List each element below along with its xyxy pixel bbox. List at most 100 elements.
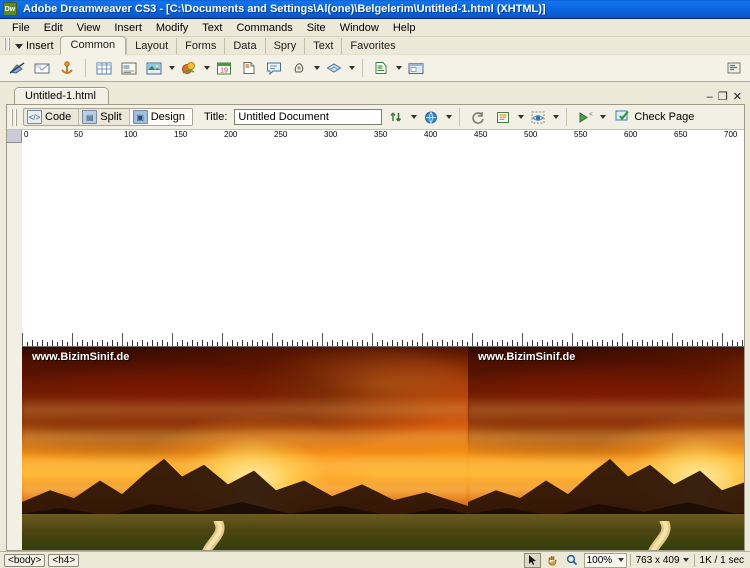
menu-view[interactable]: View [70, 21, 108, 35]
svg-text:19: 19 [220, 68, 228, 75]
document-title-input[interactable] [234, 109, 383, 125]
ruler-tick [47, 341, 48, 346]
ruler-tick [552, 339, 553, 346]
ruler-tick [502, 339, 503, 346]
menu-commands[interactable]: Commands [229, 21, 299, 35]
ruler-and-canvas: 0 50 100 150 200 250 300 350 400 0 50 100 150 200 250… [7, 130, 744, 550]
chevron-down-icon[interactable] [169, 66, 175, 70]
insert-bar-panel-label[interactable]: Insert [13, 39, 60, 54]
ruler-tick [722, 332, 723, 346]
hand-tool-icon[interactable] [544, 553, 561, 568]
tab-forms[interactable]: Forms [176, 38, 224, 54]
chevron-down-icon[interactable] [446, 115, 453, 119]
ruler-corner[interactable] [7, 130, 22, 143]
tab-data[interactable]: Data [224, 38, 264, 54]
chevron-down-icon[interactable] [204, 66, 210, 70]
file-management-icon[interactable] [385, 106, 407, 128]
close-button[interactable]: ✕ [733, 92, 742, 103]
ruler-tick [177, 341, 178, 346]
tab-common[interactable]: Common [59, 36, 127, 55]
chevron-down-icon[interactable] [411, 115, 418, 119]
ruler-label: 150 [174, 130, 188, 139]
ruler-label: 400 [424, 130, 438, 139]
visual-aids-icon[interactable] [527, 106, 549, 128]
tag-chooser-icon[interactable] [405, 57, 427, 79]
image-tile[interactable]: www.BizimSinif.de [22, 346, 468, 550]
chevron-down-icon[interactable] [396, 66, 402, 70]
ruler-tick [342, 339, 343, 346]
tag-body[interactable]: <body> [4, 553, 46, 567]
select-tool-icon[interactable] [523, 552, 541, 568]
design-view-button[interactable]: ▣ Design [129, 109, 192, 125]
ruler-tick [692, 339, 693, 346]
menu-edit[interactable]: Edit [37, 21, 70, 35]
chevron-down-icon[interactable] [349, 66, 355, 70]
chevron-down-icon[interactable] [553, 115, 560, 119]
ruler-tick [82, 339, 83, 346]
chevron-down-icon[interactable] [314, 66, 320, 70]
chevron-down-icon[interactable] [518, 115, 525, 119]
watermark-bizimsinif: www.BizimSinif.de [478, 350, 576, 363]
minimize-button[interactable]: – [707, 92, 713, 103]
refresh-design-view-icon[interactable] [467, 106, 489, 128]
ruler-tick [212, 339, 213, 346]
tab-spry[interactable]: Spry [264, 38, 305, 54]
tab-layout[interactable]: Layout [126, 38, 176, 54]
script-objects-icon[interactable] [323, 57, 345, 79]
ruler-tick [132, 339, 133, 346]
window-size-select[interactable]: 763 x 409 [634, 555, 691, 566]
preview-in-browser-icon[interactable] [420, 106, 442, 128]
ruler-tick [152, 339, 153, 346]
media-icon[interactable] [178, 57, 200, 79]
image-tile[interactable]: www.BizimSinif.de [468, 346, 744, 550]
menu-text[interactable]: Text [195, 21, 229, 35]
ruler-label: 550 [574, 130, 588, 139]
insert-bar-options-icon[interactable] [723, 57, 745, 79]
check-page-button[interactable]: Check Page [609, 107, 699, 127]
dreamweaver-application-window: Dw Adobe Dreamweaver CS3 - [C:\Documents… [0, 0, 750, 568]
head-tags-icon[interactable] [288, 57, 310, 79]
hyperlink-icon[interactable] [6, 57, 28, 79]
menu-insert[interactable]: Insert [107, 21, 149, 35]
email-link-icon[interactable] [31, 57, 53, 79]
menu-modify[interactable]: Modify [149, 21, 195, 35]
tab-text[interactable]: Text [304, 38, 341, 54]
restore-button[interactable]: ❐ [718, 92, 728, 103]
watermark-bizimsinif: www.BizimSinif.de [32, 350, 130, 363]
insert-div-tag-icon[interactable] [118, 57, 140, 79]
ruler-tick [292, 339, 293, 346]
ruler-tick [637, 341, 638, 346]
named-anchor-icon[interactable] [56, 57, 78, 79]
document-toolbar-grip[interactable] [11, 108, 17, 126]
menu-site[interactable]: Site [300, 21, 333, 35]
download-size-value: 1K / 1 sec [699, 554, 744, 566]
menu-window[interactable]: Window [333, 21, 386, 35]
comment-icon[interactable] [263, 57, 285, 79]
ruler-tick [372, 332, 373, 346]
table-icon[interactable] [93, 57, 115, 79]
document-tab-untitled-1[interactable]: Untitled-1.html [14, 87, 109, 104]
code-view-button[interactable]: </> Code [24, 109, 80, 125]
insert-bar-options[interactable] [723, 57, 745, 79]
tag-h4[interactable]: <h4> [48, 553, 80, 567]
images-icon[interactable] [143, 57, 165, 79]
menu-help[interactable]: Help [386, 21, 423, 35]
ruler-tick [397, 341, 398, 346]
horizontal-ruler[interactable]: 0 50 100 150 200 250 300 350 400 450 500 550 600 650 7… [22, 130, 744, 347]
chevron-down-icon[interactable] [600, 115, 607, 119]
ruler-tick [577, 341, 578, 346]
tab-favorites[interactable]: Favorites [341, 38, 403, 54]
date-icon[interactable]: 19 [213, 57, 235, 79]
design-canvas[interactable]: www.BizimSinif.dewww.BizimSinif.dewww.Bi… [22, 346, 744, 550]
ruler-tick [662, 339, 663, 346]
validate-markup-icon[interactable]: <> [574, 106, 596, 128]
server-side-include-icon[interactable] [238, 57, 260, 79]
ruler-tick [607, 341, 608, 346]
templates-icon[interactable] [370, 57, 392, 79]
zoom-level-select[interactable]: 100% [583, 552, 627, 568]
insert-bar-grip[interactable] [4, 38, 11, 51]
split-view-button[interactable]: ▤ Split [79, 109, 130, 125]
menu-file[interactable]: File [5, 21, 37, 35]
view-options-icon[interactable] [492, 106, 514, 128]
zoom-tool-icon[interactable] [564, 553, 581, 568]
